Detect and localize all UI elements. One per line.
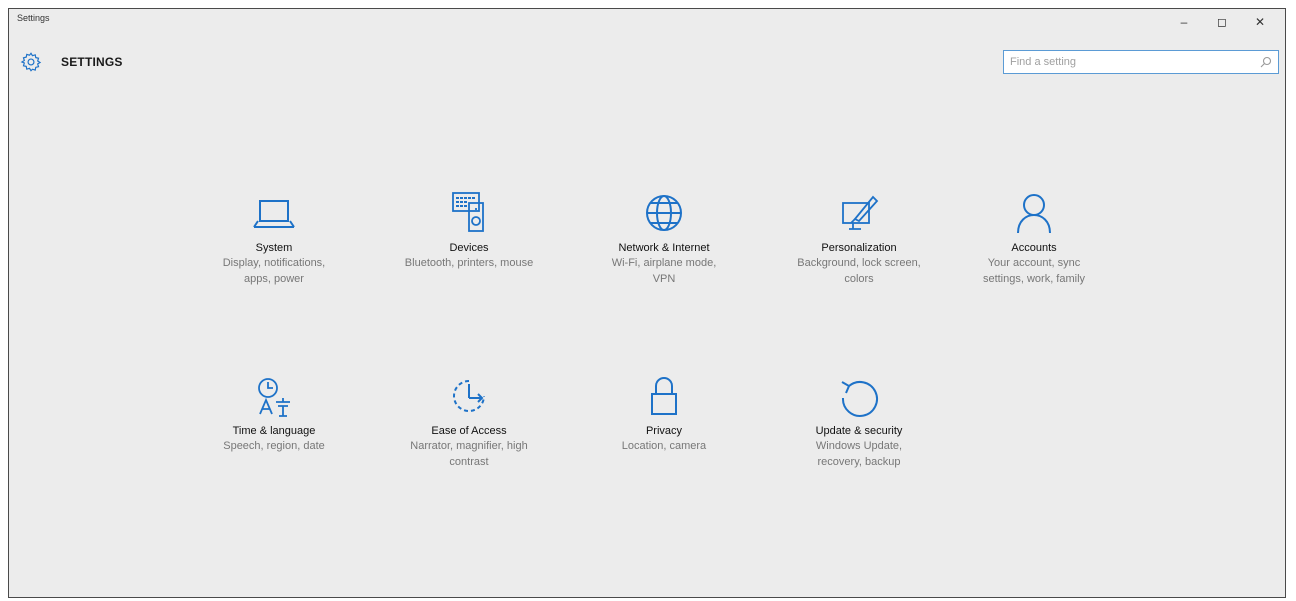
category-label: Personalization	[821, 242, 897, 254]
close-button[interactable]: ✕	[1241, 13, 1279, 31]
category-description: Windows Update, recovery, backup	[815, 440, 903, 468]
search-input[interactable]	[1010, 53, 1240, 71]
time-language-icon	[258, 378, 290, 417]
window-title: Settings	[17, 13, 50, 23]
devices-icon	[452, 192, 484, 232]
category-update-security[interactable]: Update & security Windows Update, recove…	[784, 372, 934, 470]
category-time-language[interactable]: Time & language Speech, region, date	[199, 372, 349, 454]
maximize-button[interactable]: ◻	[1203, 13, 1241, 31]
category-label: Update & security	[815, 425, 903, 437]
search-box[interactable]	[1003, 50, 1279, 74]
laptop-icon	[253, 200, 295, 228]
category-system[interactable]: System Display, notifications, apps, pow…	[199, 189, 349, 287]
category-devices[interactable]: Devices Bluetooth, printers, mouse	[394, 189, 544, 271]
category-description: Bluetooth, printers, mouse	[404, 257, 534, 269]
category-description: Display, notifications, apps, power	[222, 257, 326, 285]
category-label: Network & Internet	[618, 242, 710, 254]
globe-icon	[646, 195, 682, 231]
lock-icon	[651, 377, 677, 415]
category-description: Location, camera	[621, 440, 707, 452]
search-icon[interactable]	[1260, 56, 1272, 68]
category-privacy[interactable]: Privacy Location, camera	[589, 372, 739, 454]
minimize-button[interactable]: –	[1165, 13, 1203, 31]
window-controls: – ◻ ✕	[1165, 13, 1279, 31]
category-description: Wi-Fi, airplane mode, VPN	[611, 257, 717, 285]
category-description: Your account, sync settings, work, famil…	[982, 257, 1086, 285]
category-label: Time & language	[232, 425, 316, 437]
paint-icon	[842, 195, 879, 230]
category-label: Privacy	[645, 425, 683, 437]
gear-icon	[20, 52, 42, 72]
settings-window: Settings – ◻ ✕ SETTINGS Find a setting S…	[8, 8, 1286, 598]
category-network-internet[interactable]: Network & Internet Wi-Fi, airplane mode,…	[589, 189, 739, 287]
category-description: Background, lock screen, colors	[797, 257, 921, 285]
category-label: Ease of Access	[431, 425, 507, 437]
category-label: System	[255, 242, 293, 254]
category-label: Devices	[449, 242, 489, 254]
ease-of-access-icon	[453, 380, 485, 412]
category-personalization[interactable]: Personalization Background, lock screen,…	[784, 189, 934, 287]
title-bar[interactable]: Settings – ◻ ✕	[9, 9, 1285, 37]
category-accounts[interactable]: Accounts Your account, sync settings, wo…	[959, 189, 1109, 287]
category-label: Accounts	[1011, 242, 1057, 254]
category-description: Speech, region, date	[223, 440, 325, 452]
category-description: Narrator, magnifier, high contrast	[410, 440, 528, 468]
update-icon	[841, 381, 878, 417]
category-ease-of-access[interactable]: Ease of Access Narrator, magnifier, high…	[394, 372, 544, 470]
page-title: SETTINGS	[61, 55, 123, 69]
settings-header: SETTINGS	[9, 45, 1285, 77]
person-icon	[1017, 194, 1051, 234]
